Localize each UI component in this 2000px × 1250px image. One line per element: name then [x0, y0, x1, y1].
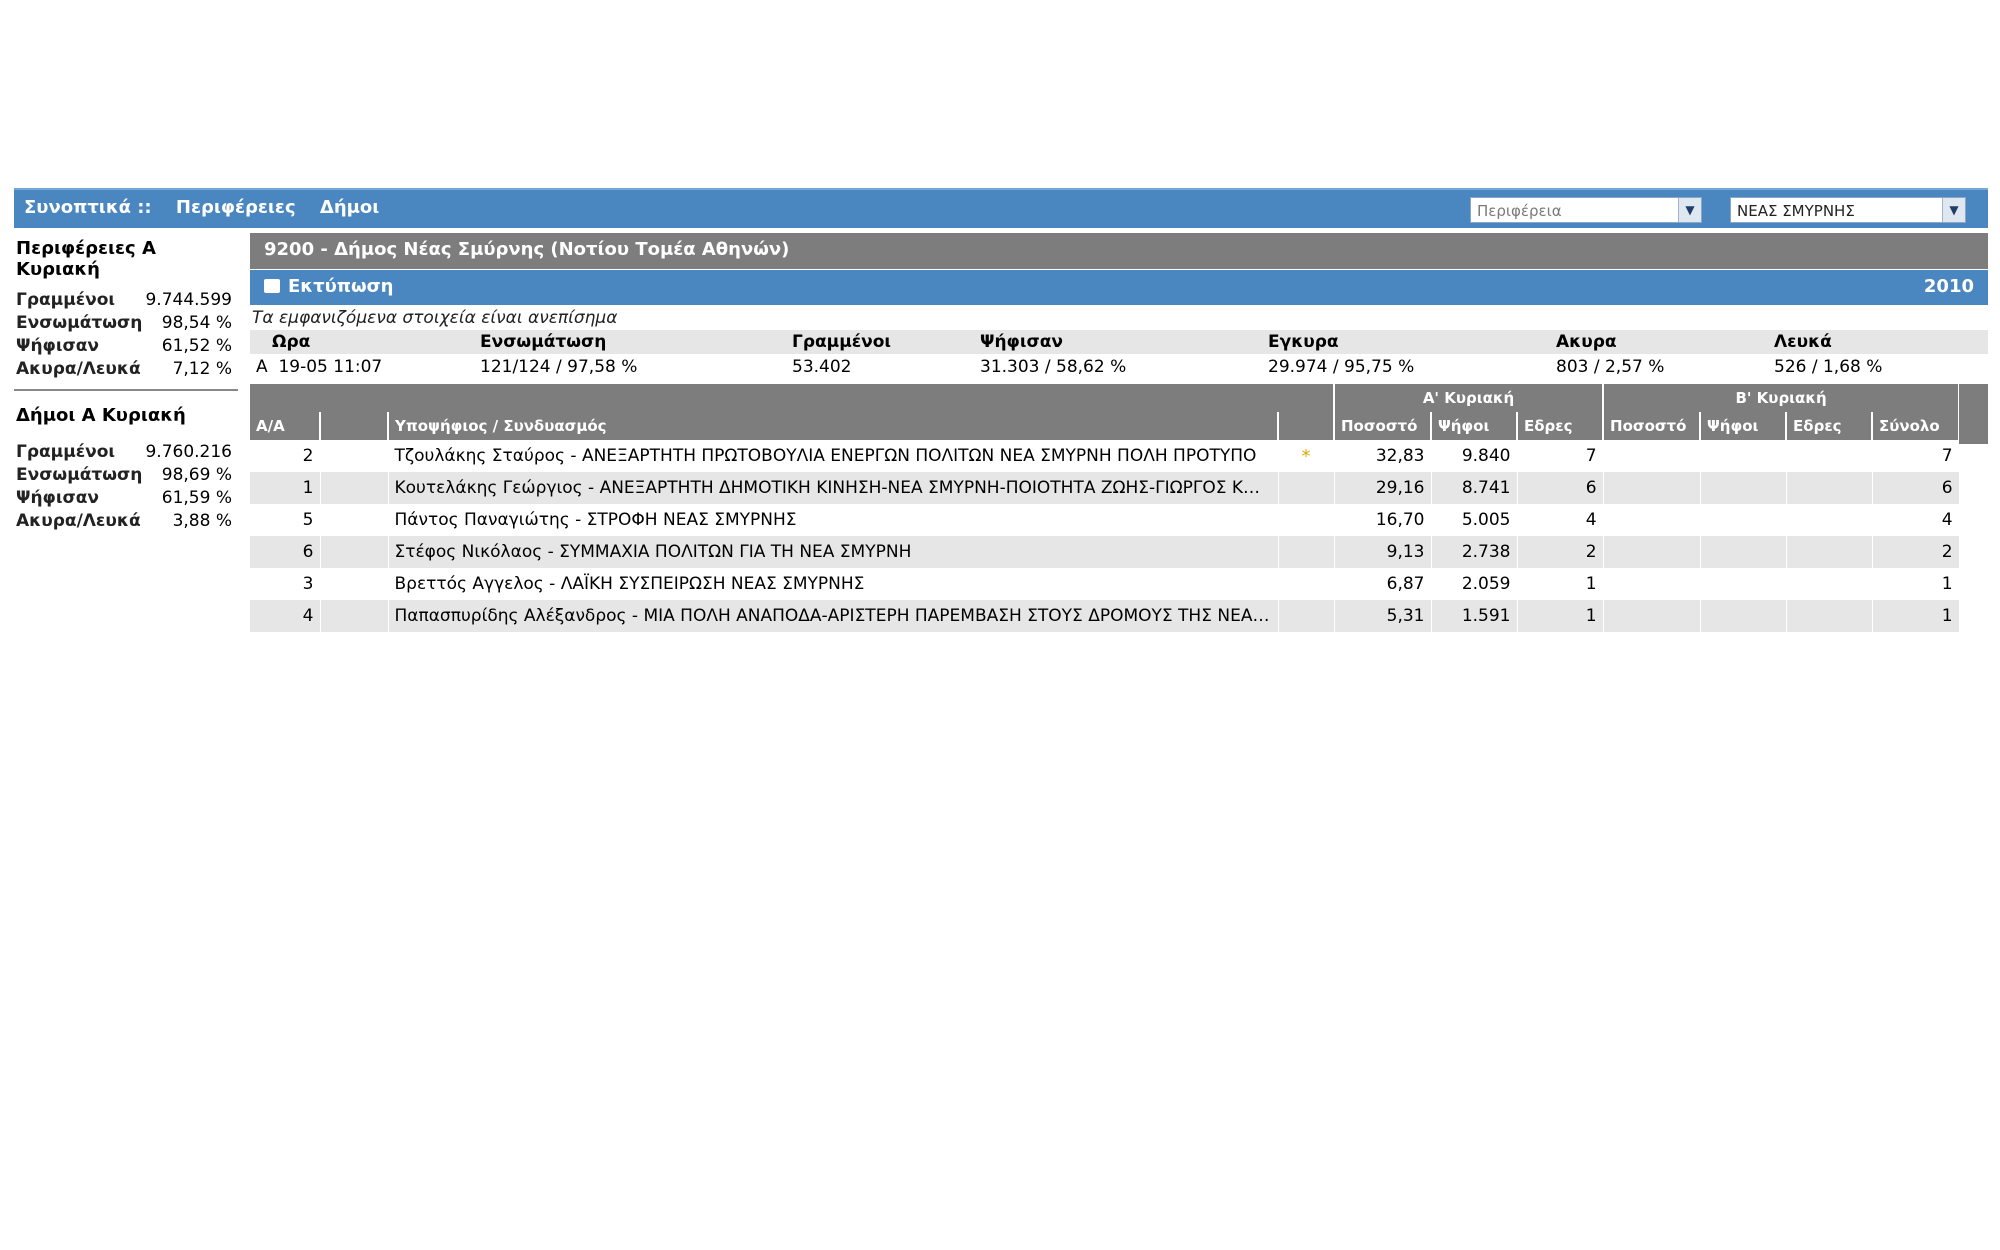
summary-row: Ψήφισαν 61,59 %: [16, 488, 232, 508]
results-wrapper: Α' Κυριακή Β' Κυριακή Α/Α Υποψήφιος / Συ…: [250, 384, 1988, 632]
candidate-name: Κουτελάκης Γεώργιος - ΑΝΕΞΑΡΤΗΤΗ ΔΗΜΟΤΙΚ…: [388, 472, 1279, 504]
round-label: Α: [256, 357, 268, 377]
stats-header: Εγκυρα: [1262, 330, 1550, 354]
table-row[interactable]: 2 Τζουλάκης Σταύρος - ΑΝΕΞΑΡΤΗΤΗ ΠΡΩΤΟΒΟ…: [250, 440, 1960, 472]
divider: [14, 389, 238, 391]
candidate-name: Πάντος Παναγιώτης - ΣΤΡΟΦΗ ΝΕΑΣ ΣΜΥΡΝΗΣ: [388, 504, 1279, 536]
table-row[interactable]: 4 Παπασπυρίδης Αλέξανδρος - ΜΙΑ ΠΟΛΗ ΑΝΑ…: [250, 600, 1960, 632]
table-row[interactable]: 6 Στέφος Νικόλαος - ΣΥΜΜΑΧΙΑ ΠΟΛΙΤΩΝ ΓΙΑ…: [250, 536, 1960, 568]
table-row[interactable]: 3 Βρεττός Αγγελος - ΛΑΪΚΗ ΣΥΣΠΕΙΡΩΣΗ ΝΕΑ…: [250, 568, 1960, 600]
summary-row: Ενσωμάτωση 98,69 %: [16, 465, 232, 485]
candidate-name: Τζουλάκης Σταύρος - ΑΝΕΞΑΡΤΗΤΗ ΠΡΩΤΟΒΟΥΛ…: [388, 440, 1279, 472]
summary-row: Ενσωμάτωση 98,54 %: [16, 313, 232, 333]
column-header: [1278, 412, 1335, 440]
summary-row: Γραμμένοι 9.744.599: [16, 290, 232, 310]
star-icon: *: [1278, 440, 1335, 472]
results-table: Α' Κυριακή Β' Κυριακή Α/Α Υποψήφιος / Συ…: [250, 384, 1961, 632]
top-nav-bar: Συνοπτικά :: Περιφέρειες Δήμοι Περιφέρει…: [14, 188, 1988, 228]
stats-header: Λευκά: [1768, 330, 1988, 354]
candidate-name: Βρεττός Αγγελος - ΛΑΪΚΗ ΣΥΣΠΕΙΡΩΣΗ ΝΕΑΣ …: [388, 568, 1279, 600]
column-header: Ποσοστό: [1334, 412, 1432, 440]
stats-header: Ωρα: [250, 330, 474, 354]
column-header: Ποσοστό: [1603, 412, 1702, 440]
column-header: Υποψήφιος / Συνδυασμός: [388, 412, 1279, 440]
nav-municipalities-link[interactable]: Δήμοι: [320, 197, 379, 218]
summary-row: Ακυρα/Λευκά 3,88 %: [16, 511, 232, 531]
print-bar: Εκτύπωση 2010: [250, 269, 1988, 305]
stats-header: Ακυρα: [1550, 330, 1768, 354]
main-content: 9200 - Δήμος Νέας Σμύρνης (Νοτίου Τομέα …: [250, 233, 1988, 632]
group-header-b: Β' Κυριακή: [1603, 384, 1961, 412]
candidate-name: Παπασπυρίδης Αλέξανδρος - ΜΙΑ ΠΟΛΗ ΑΝΑΠΟ…: [388, 600, 1279, 632]
regions-summary-title: Περιφέρειες Α Κυριακή: [16, 238, 156, 280]
column-header: Εδρες: [1786, 412, 1874, 440]
stats-header: Ενσωμάτωση: [474, 330, 786, 354]
column-header: Ψήφοι: [1700, 412, 1788, 440]
stats-row: Α 19-05 11:07 121/124 / 97,58 % 53.402 3…: [256, 357, 1883, 377]
candidate-name: Στέφος Νικόλαος - ΣΥΜΜΑΧΙΑ ΠΟΛΙΤΩΝ ΓΙΑ Τ…: [388, 536, 1279, 568]
nav-summary-link[interactable]: Συνοπτικά ::: [24, 197, 152, 218]
summary-row: Ακυρα/Λευκά 7,12 %: [16, 359, 232, 379]
election-year: 2010: [1923, 276, 1974, 297]
print-link[interactable]: Εκτύπωση: [288, 276, 393, 297]
stats-header: Ψήφισαν: [974, 330, 1262, 354]
summary-row: Ψήφισαν 61,52 %: [16, 336, 232, 356]
group-header-a: Α' Κυριακή: [1334, 384, 1605, 412]
column-header: [320, 412, 389, 440]
printer-icon[interactable]: [264, 279, 280, 293]
column-header: Εδρες: [1517, 412, 1605, 440]
column-header: Σύνολο: [1872, 412, 1961, 440]
unofficial-note: Τα εμφανιζόμενα στοιχεία είναι ανεπίσημα: [252, 308, 618, 328]
chevron-down-icon[interactable]: ▼: [1678, 198, 1701, 222]
table-row[interactable]: 1 Κουτελάκης Γεώργιος - ΑΝΕΞΑΡΤΗΤΗ ΔΗΜΟΤ…: [250, 472, 1960, 504]
turnout-table: Ωρα Ενσωμάτωση Γραμμένοι Ψήφισαν Εγκυρα …: [250, 330, 1988, 380]
region-select[interactable]: Περιφέρεια ▼: [1470, 197, 1702, 223]
table-row[interactable]: 5 Πάντος Παναγιώτης - ΣΤΡΟΦΗ ΝΕΑΣ ΣΜΥΡΝΗ…: [250, 504, 1960, 536]
page-title: 9200 - Δήμος Νέας Σμύρνης (Νοτίου Τομέα …: [250, 233, 1988, 269]
municipalities-summary-title: Δήμοι Α Κυριακή: [16, 405, 186, 426]
municipality-select[interactable]: ΝΕΑΣ ΣΜΥΡΝΗΣ ▼: [1730, 197, 1966, 223]
region-select-value: Περιφέρεια: [1477, 202, 1562, 220]
column-header: Ψήφοι: [1431, 412, 1518, 440]
nav-regions-link[interactable]: Περιφέρειες: [176, 197, 296, 218]
summary-row: Γραμμένοι 9.760.216: [16, 442, 232, 462]
municipality-select-value: ΝΕΑΣ ΣΜΥΡΝΗΣ: [1737, 202, 1855, 220]
summary-panel: Περιφέρειες Α Κυριακή Γραμμένοι 9.744.599…: [14, 236, 238, 534]
stats-header: Γραμμένοι: [786, 330, 974, 354]
header-extension: [1959, 384, 1988, 444]
nav-links: Συνοπτικά :: Περιφέρειες Δήμοι: [24, 197, 397, 218]
chevron-down-icon[interactable]: ▼: [1942, 198, 1965, 222]
column-header: Α/Α: [250, 412, 321, 440]
